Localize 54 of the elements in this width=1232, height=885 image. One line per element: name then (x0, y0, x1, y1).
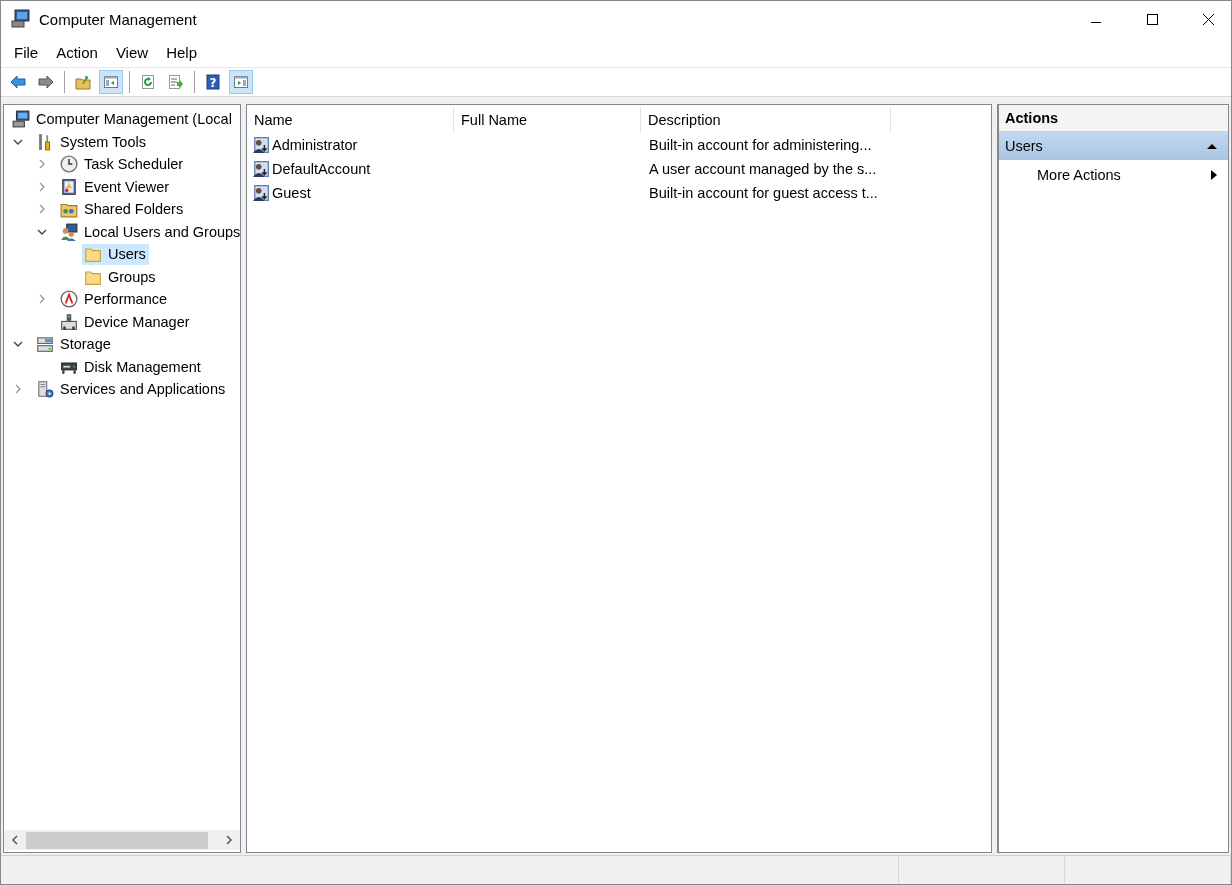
action-pane-icon (233, 74, 249, 90)
tree-item[interactable]: Device Manager (58, 311, 193, 333)
storage-icon (36, 335, 54, 354)
tree-item[interactable]: Local Users and Groups (58, 221, 244, 243)
menu-item[interactable]: File (5, 40, 48, 64)
user-icon (252, 160, 270, 178)
device-icon (60, 312, 78, 331)
actions-header: Actions (999, 105, 1228, 132)
tree-item[interactable]: Disk Management (58, 356, 204, 378)
table-cell: Administrator (247, 133, 454, 157)
tree-item[interactable]: Performance (58, 288, 170, 310)
back-arrow-icon (10, 74, 26, 90)
menu-item[interactable]: View (106, 40, 158, 64)
tree-item[interactable]: Event Viewer (58, 176, 173, 198)
column-header[interactable]: Description (641, 107, 891, 133)
server-gear-icon (36, 380, 54, 399)
tree-item[interactable]: Services and Applications (34, 378, 229, 400)
forward-arrow-icon (38, 74, 54, 90)
user-icon (252, 136, 270, 154)
column-header[interactable]: Name (247, 107, 454, 133)
clock-icon (60, 155, 78, 174)
action-item[interactable]: More Actions (999, 160, 1228, 190)
scrollbar-thumb[interactable] (26, 831, 208, 849)
table-cell-text: A user account managed by the s... (648, 160, 878, 179)
user-icon (252, 184, 270, 202)
tree-item[interactable]: Groups (82, 266, 159, 288)
computer-icon (12, 110, 30, 129)
table-cell: Guest (247, 181, 454, 205)
tree-item[interactable]: Users (82, 243, 149, 265)
export-list-icon (168, 74, 184, 90)
table-cell-text: Built-in account for administering... (648, 136, 873, 155)
toolbar-button[interactable] (99, 70, 123, 94)
menu-item[interactable]: Help (157, 40, 206, 64)
tree-item[interactable]: Shared Folders (58, 198, 187, 220)
refresh-icon (140, 74, 156, 90)
tree-item[interactable]: Task Scheduler (58, 153, 187, 175)
console-tree-icon (103, 74, 119, 90)
computer-icon (11, 9, 31, 29)
column-header[interactable]: Full Name (454, 107, 641, 133)
tree-item[interactable]: Computer Management (Local (10, 108, 235, 130)
window-title: Computer Management (39, 10, 198, 28)
table-cell-text: Built-in account for guest access t... (648, 184, 879, 203)
horizontal-scrollbar[interactable] (4, 830, 240, 850)
folder-icon (84, 245, 102, 264)
users-icon (60, 222, 78, 241)
actions-section-header[interactable]: Users (999, 132, 1228, 160)
tree-item[interactable]: Storage (34, 333, 114, 355)
folder-up-icon (75, 74, 91, 90)
menu-item[interactable]: Action (47, 40, 107, 64)
gauge-icon (60, 290, 78, 309)
table-cell: DefaultAccount (247, 157, 454, 181)
tree-item[interactable]: System Tools (34, 131, 149, 153)
toolbar-button[interactable] (229, 70, 253, 94)
log-book-icon (60, 177, 78, 196)
